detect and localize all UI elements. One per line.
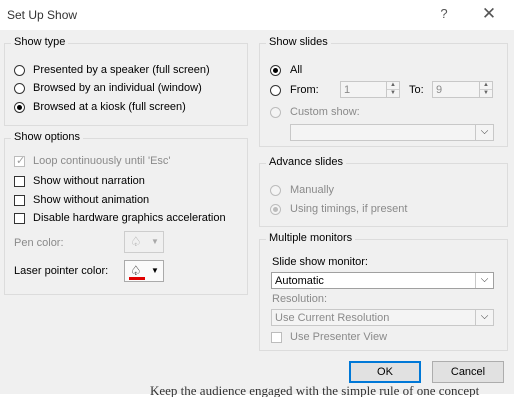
- paint-bucket-icon: ♤: [130, 234, 142, 249]
- laser-color-button[interactable]: ♤ ▼: [124, 260, 164, 282]
- spin-down-icon[interactable]: ▼: [387, 90, 399, 97]
- presenter-radio[interactable]: [14, 65, 25, 76]
- monitor-value: Automatic: [275, 275, 324, 287]
- loop-label: Loop continuously until 'Esc': [33, 155, 171, 167]
- laser-color-label: Laser pointer color:: [14, 265, 109, 277]
- all-slides-radio[interactable]: [270, 65, 281, 76]
- from-spinner[interactable]: ▲ ▼: [386, 82, 399, 97]
- kiosk-label: Browsed at a kiosk (full screen): [33, 101, 186, 113]
- advance-slides-legend: Advance slides: [266, 156, 346, 168]
- custom-show-label: Custom show:: [290, 106, 360, 118]
- chevron-down-icon: ▼: [151, 266, 159, 275]
- manual-radio: [270, 185, 281, 196]
- dialog-title: Set Up Show: [7, 8, 78, 22]
- slide-show-monitor-label: Slide show monitor:: [272, 256, 368, 268]
- monitors-legend: Multiple monitors: [266, 232, 356, 244]
- disable-hw-checkbox[interactable]: [14, 213, 25, 224]
- show-options-legend: Show options: [11, 131, 84, 143]
- resolution-select: Use Current Resolution ⌵: [271, 309, 494, 326]
- to-label: To:: [409, 84, 424, 96]
- presenter-view-label: Use Presenter View: [290, 331, 388, 343]
- timings-radio: [270, 204, 281, 215]
- background-document-text: Keep the audience engaged with the simpl…: [150, 383, 480, 397]
- loop-checkbox: ✓: [14, 155, 26, 167]
- show-type-legend: Show type: [11, 36, 69, 48]
- no-animation-label: Show without animation: [33, 194, 150, 206]
- to-value: 9: [436, 84, 443, 96]
- show-slides-legend: Show slides: [266, 36, 331, 48]
- monitor-select[interactable]: Automatic ⌵: [271, 272, 494, 289]
- presenter-label: Presented by a speaker (full screen): [33, 64, 210, 76]
- all-slides-label: All: [290, 64, 303, 76]
- individual-label: Browsed by an individual (window): [33, 82, 202, 94]
- ok-button[interactable]: OK: [349, 361, 421, 383]
- to-spinner[interactable]: ▲ ▼: [479, 82, 492, 97]
- cancel-button[interactable]: Cancel: [432, 361, 504, 383]
- from-radio[interactable]: [270, 85, 281, 96]
- paint-bucket-icon: ♤: [130, 263, 142, 278]
- check-icon: ✓: [16, 155, 26, 167]
- spin-down-icon[interactable]: ▼: [480, 90, 492, 97]
- presenter-view-checkbox: [271, 332, 282, 343]
- pen-color-button: ♤ ▼: [124, 231, 164, 253]
- laser-color-swatch: [129, 277, 145, 280]
- from-label: From:: [290, 84, 319, 96]
- kiosk-radio[interactable]: [14, 102, 25, 113]
- spin-up-icon[interactable]: ▲: [480, 82, 492, 90]
- from-value: 1: [344, 84, 351, 96]
- no-narration-label: Show without narration: [33, 175, 145, 187]
- help-button[interactable]: ?: [432, 4, 456, 24]
- timings-label: Using timings, if present: [290, 203, 408, 215]
- pen-color-label: Pen color:: [14, 237, 64, 249]
- set-up-show-dialog: Set Up Show ? ✕ Show type Presented by a…: [0, 0, 514, 394]
- close-button[interactable]: ✕: [477, 4, 501, 24]
- custom-show-select: ⌵: [290, 124, 494, 141]
- disable-hw-label: Disable hardware graphics acceleration: [33, 212, 226, 224]
- chevron-down-icon: ▼: [151, 237, 159, 246]
- to-input[interactable]: 9 ▲ ▼: [432, 81, 493, 98]
- no-narration-checkbox[interactable]: [14, 176, 25, 187]
- manual-label: Manually: [290, 184, 335, 196]
- chevron-down-icon[interactable]: ⌵: [475, 273, 493, 288]
- chevron-down-icon: ⌵: [475, 310, 493, 325]
- spin-up-icon[interactable]: ▲: [387, 82, 399, 90]
- chevron-down-icon: ⌵: [475, 125, 493, 140]
- individual-radio[interactable]: [14, 83, 25, 94]
- custom-show-radio: [270, 107, 281, 118]
- resolution-label: Resolution:: [272, 293, 328, 305]
- title-bar: Set Up Show ? ✕: [0, 0, 514, 30]
- from-input[interactable]: 1 ▲ ▼: [340, 81, 400, 98]
- resolution-value: Use Current Resolution: [275, 312, 390, 324]
- no-animation-checkbox[interactable]: [14, 195, 25, 206]
